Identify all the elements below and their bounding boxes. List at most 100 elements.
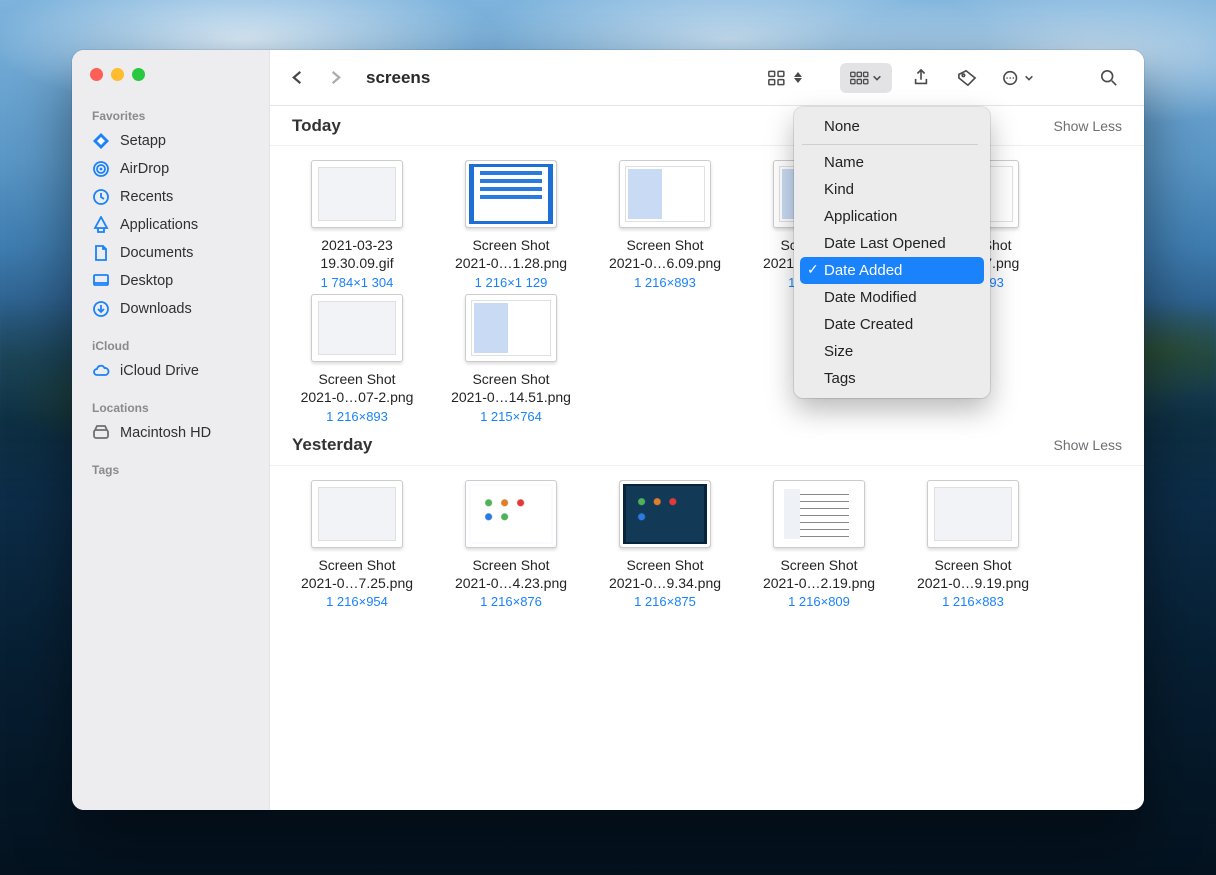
sidebar-item-airdrop[interactable]: AirDrop bbox=[72, 155, 269, 183]
minimize-window-button[interactable] bbox=[111, 68, 124, 81]
file-thumbnail bbox=[311, 480, 403, 548]
sidebar-item-label: Desktop bbox=[120, 273, 173, 289]
menu-item-name[interactable]: Name bbox=[800, 149, 984, 176]
chevron-down-icon bbox=[1024, 69, 1034, 87]
more-button[interactable] bbox=[996, 63, 1040, 93]
sidebar-item-label: AirDrop bbox=[120, 161, 169, 177]
file-item[interactable]: 2021-03-2319.30.09.gif 1 784×1 304 bbox=[280, 160, 434, 290]
sidebar-item-label: Setapp bbox=[120, 133, 166, 149]
file-dimensions: 1 216×1 129 bbox=[475, 275, 548, 290]
back-button[interactable] bbox=[284, 63, 310, 93]
sidebar-item-downloads[interactable]: Downloads bbox=[72, 295, 269, 323]
section-title: Today bbox=[292, 116, 341, 136]
file-dimensions: 1 216×954 bbox=[326, 594, 388, 609]
zoom-window-button[interactable] bbox=[132, 68, 145, 81]
file-thumbnail bbox=[465, 480, 557, 548]
file-dimensions: 1 216×893 bbox=[326, 409, 388, 424]
file-item[interactable]: Screen Shot2021-0…7.25.png1 216×954 bbox=[280, 480, 434, 610]
group-by-button[interactable] bbox=[840, 63, 892, 93]
file-name: Screen Shot2021-0…6.09.png bbox=[592, 237, 738, 273]
sidebar-group-header[interactable]: Favorites bbox=[72, 103, 269, 127]
setapp-icon bbox=[92, 132, 110, 150]
tags-button[interactable] bbox=[950, 63, 984, 93]
updown-chevron-icon bbox=[794, 72, 802, 83]
file-name: Screen Shot2021-0…9.34.png bbox=[592, 557, 738, 593]
show-less-button[interactable]: Show Less bbox=[1054, 437, 1122, 453]
sidebar-group-header[interactable]: Locations bbox=[72, 395, 269, 419]
file-dimensions: 1 216×875 bbox=[634, 594, 696, 609]
sidebar-group-header[interactable]: Tags bbox=[72, 457, 269, 481]
file-dimensions: 1 215×764 bbox=[480, 409, 542, 424]
file-name: Screen Shot2021-0…9.19.png bbox=[900, 557, 1046, 593]
menu-separator bbox=[802, 144, 978, 145]
file-dimensions: 1 216×876 bbox=[480, 594, 542, 609]
documents-icon bbox=[92, 244, 110, 262]
file-name: Screen Shot2021-0…7.25.png bbox=[284, 557, 430, 593]
menu-item-date-last-opened[interactable]: Date Last Opened bbox=[800, 230, 984, 257]
file-item[interactable]: Screen Shot2021-0…14.51.png1 215×764 bbox=[434, 294, 588, 424]
file-thumbnail bbox=[311, 294, 403, 362]
window-controls bbox=[72, 62, 269, 99]
view-switcher[interactable] bbox=[762, 63, 808, 93]
file-name: Screen Shot2021-0…1.28.png bbox=[438, 237, 584, 273]
file-item[interactable]: Screen Shot2021-0…2.19.png1 216×809 bbox=[742, 480, 896, 610]
file-dimensions: 1 216×809 bbox=[788, 594, 850, 609]
file-dimensions: 1 216×883 bbox=[942, 594, 1004, 609]
forward-button[interactable] bbox=[322, 63, 348, 93]
sidebar: Favorites Setapp AirDrop Recents Application… bbox=[72, 50, 270, 810]
sidebar-item-icloud-drive[interactable]: iCloud Drive bbox=[72, 357, 269, 385]
sidebar-item-label: Applications bbox=[120, 217, 198, 233]
file-thumbnail bbox=[619, 160, 711, 228]
file-thumbnail bbox=[311, 160, 403, 228]
folder-title: screens bbox=[366, 68, 430, 88]
file-name: 2021-03-2319.30.09.gif bbox=[284, 237, 430, 273]
file-item[interactable]: Screen Shot2021-0…9.19.png1 216×883 bbox=[896, 480, 1050, 610]
file-name: Screen Shot2021-0…4.23.png bbox=[438, 557, 584, 593]
toolbar: screens bbox=[270, 50, 1144, 106]
file-thumbnail bbox=[773, 480, 865, 548]
file-dimensions: 1 784×1 304 bbox=[321, 275, 394, 290]
desktop-icon bbox=[92, 272, 110, 290]
main-area: screens Tod bbox=[270, 50, 1144, 810]
sidebar-item-label: Recents bbox=[120, 189, 173, 205]
sidebar-group-header[interactable]: iCloud bbox=[72, 333, 269, 357]
section-title: Yesterday bbox=[292, 435, 372, 455]
sidebar-item-macintosh-hd[interactable]: Macintosh HD bbox=[72, 419, 269, 447]
sidebar-item-label: iCloud Drive bbox=[120, 363, 199, 379]
sidebar-item-applications[interactable]: Applications bbox=[72, 211, 269, 239]
chevron-down-icon bbox=[872, 69, 882, 87]
menu-item-size[interactable]: Size bbox=[800, 338, 984, 365]
menu-item-date-added[interactable]: Date Added bbox=[800, 257, 984, 284]
menu-item-application[interactable]: Application bbox=[800, 203, 984, 230]
file-content[interactable]: Today Show Less 2021-03-2319.30.09.gif 1 78… bbox=[270, 106, 1144, 810]
file-grid: Screen Shot2021-0…7.25.png1 216×954Scree… bbox=[270, 466, 1144, 612]
file-name: Screen Shot2021-0…07-2.png bbox=[284, 371, 430, 407]
sidebar-item-documents[interactable]: Documents bbox=[72, 239, 269, 267]
share-button[interactable] bbox=[904, 63, 938, 93]
file-item[interactable]: Screen Shot2021-0…6.09.png 1 216×893 bbox=[588, 160, 742, 290]
file-thumbnail bbox=[465, 294, 557, 362]
sidebar-item-label: Documents bbox=[120, 245, 193, 261]
sidebar-item-setapp[interactable]: Setapp bbox=[72, 127, 269, 155]
menu-item-none[interactable]: None bbox=[800, 113, 984, 140]
search-button[interactable] bbox=[1092, 63, 1126, 93]
show-less-button[interactable]: Show Less bbox=[1054, 118, 1122, 134]
airdrop-icon bbox=[92, 160, 110, 178]
sidebar-item-recents[interactable]: Recents bbox=[72, 183, 269, 211]
file-thumbnail bbox=[465, 160, 557, 228]
file-item[interactable]: Screen Shot2021-0…07-2.png 1 216×893 bbox=[280, 294, 434, 424]
file-item[interactable]: Screen Shot2021-0…9.34.png1 216×875 bbox=[588, 480, 742, 610]
file-item[interactable]: Screen Shot2021-0…4.23.png1 216×876 bbox=[434, 480, 588, 610]
sidebar-item-desktop[interactable]: Desktop bbox=[72, 267, 269, 295]
file-item[interactable]: Screen Shot2021-0…1.28.png 1 216×1 129 bbox=[434, 160, 588, 290]
apps-icon bbox=[92, 216, 110, 234]
menu-item-date-modified[interactable]: Date Modified bbox=[800, 284, 984, 311]
menu-item-date-created[interactable]: Date Created bbox=[800, 311, 984, 338]
menu-item-tags[interactable]: Tags bbox=[800, 365, 984, 392]
file-thumbnail bbox=[619, 480, 711, 548]
sidebar-item-label: Downloads bbox=[120, 301, 192, 317]
recents-icon bbox=[92, 188, 110, 206]
menu-item-kind[interactable]: Kind bbox=[800, 176, 984, 203]
close-window-button[interactable] bbox=[90, 68, 103, 81]
file-dimensions: 1 216×893 bbox=[634, 275, 696, 290]
